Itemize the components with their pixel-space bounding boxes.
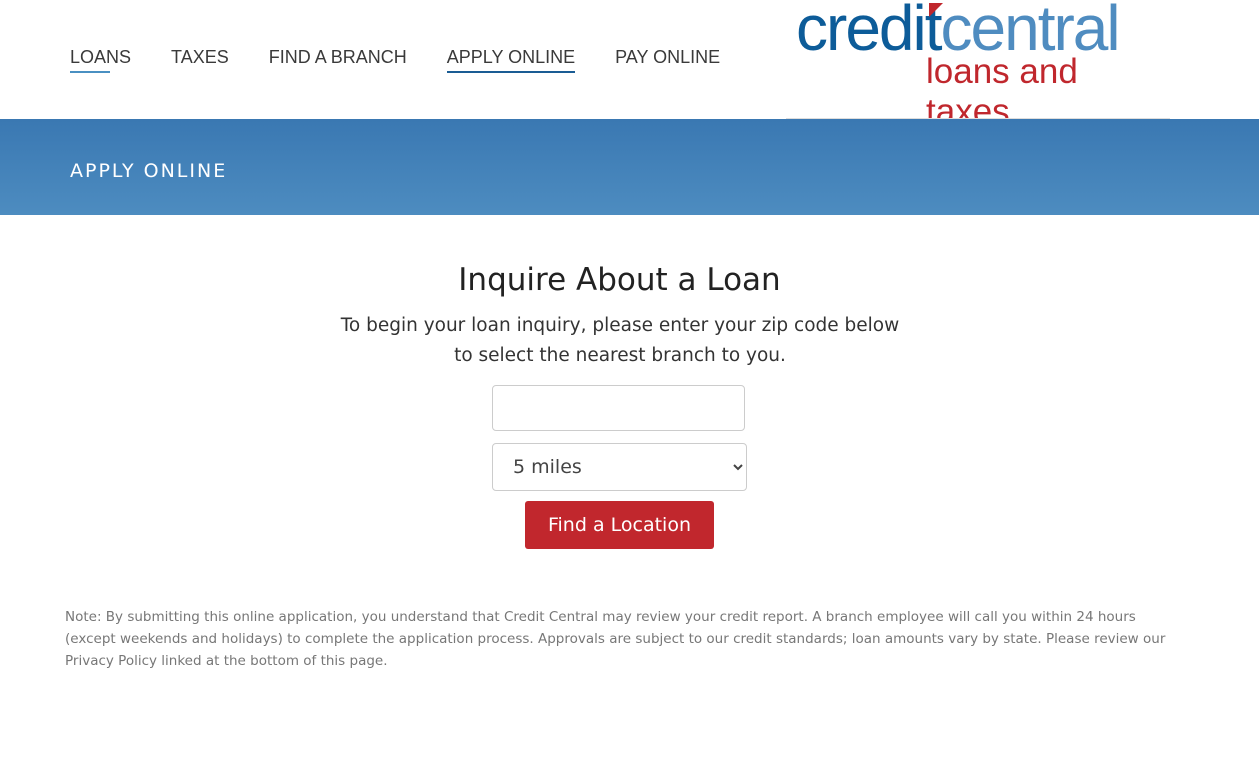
nav-taxes[interactable]: TAXES — [171, 47, 229, 70]
nav-pay-online[interactable]: PAY ONLINE — [615, 47, 720, 70]
find-location-button[interactable]: Find a Location — [525, 501, 714, 549]
nav-apply-online[interactable]: APPLY ONLINE — [446, 47, 576, 73]
banner-title: APPLY ONLINE — [70, 160, 228, 182]
flag-icon — [929, 3, 943, 17]
radius-select[interactable]: 5 miles — [492, 443, 747, 491]
page-title: Inquire About a Loan — [458, 262, 781, 298]
disclaimer-note: Note: By submitting this online applicat… — [65, 609, 1166, 669]
instructions: To begin your loan inquiry, please enter… — [340, 315, 900, 366]
main-nav: LOANS TAXES FIND A BRANCH APPLY ONLINE P… — [70, 47, 720, 73]
nav-find-a-branch[interactable]: FIND A BRANCH — [269, 47, 407, 70]
credit-central-logo[interactable]: creditcentral loans and taxes — [786, 0, 1170, 131]
nav-loans[interactable]: LOANS — [70, 47, 131, 73]
logo-credit: credit — [796, 0, 942, 64]
zip-code-input[interactable] — [492, 385, 745, 431]
page-banner: APPLY ONLINE — [0, 119, 1259, 215]
